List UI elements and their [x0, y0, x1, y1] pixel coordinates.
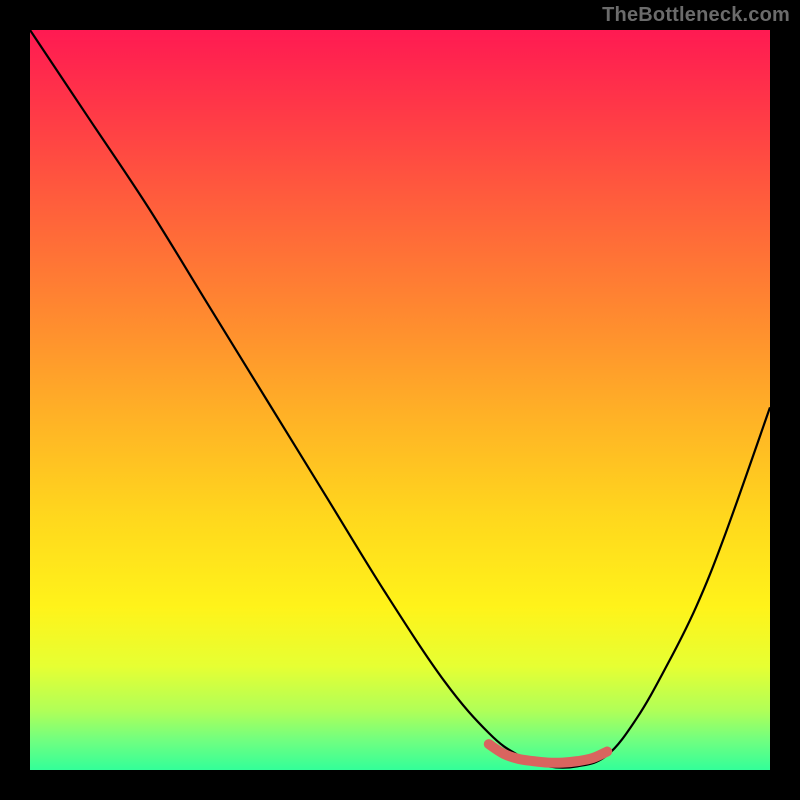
bottleneck-curve — [30, 30, 770, 768]
chart-svg — [30, 30, 770, 770]
chart-container: TheBottleneck.com — [0, 0, 800, 800]
watermark-text: TheBottleneck.com — [602, 4, 790, 27]
plot-area — [30, 30, 770, 770]
